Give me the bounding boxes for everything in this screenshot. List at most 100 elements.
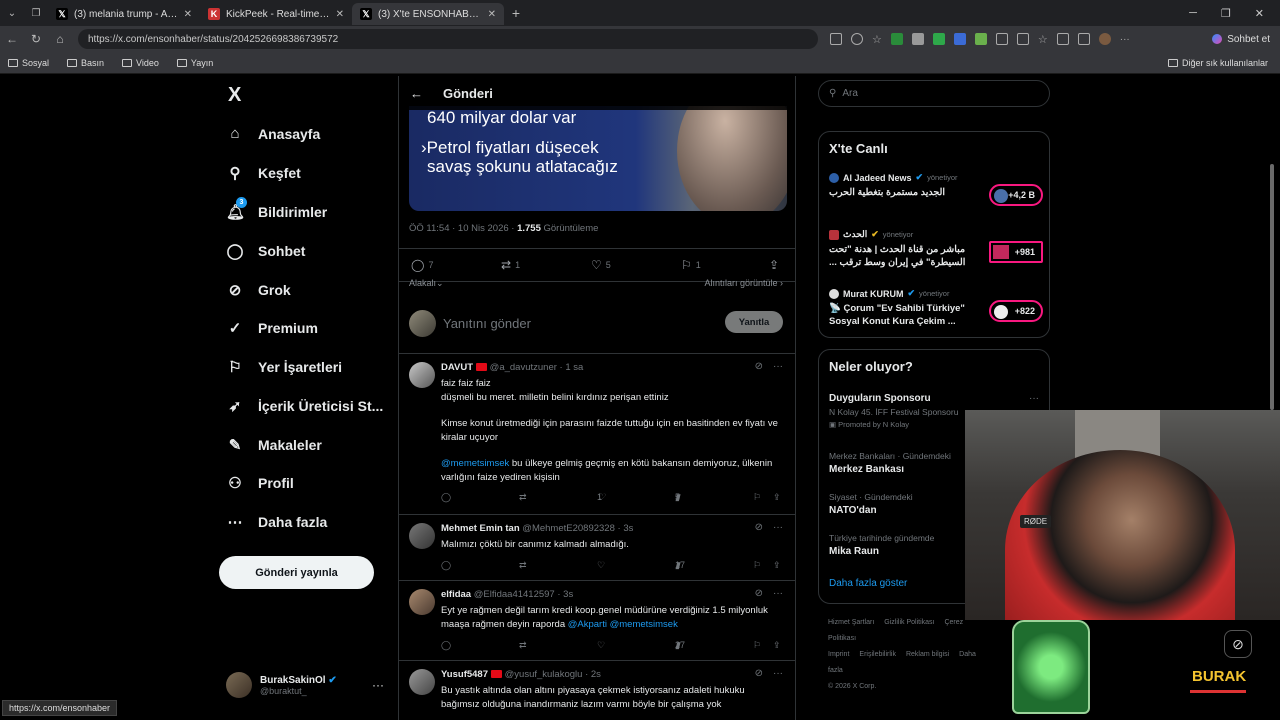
reply-tweet[interactable]: Mehmet Emin tan @MehmetE20892328 · 3s ⊘ ·… <box>399 515 795 581</box>
minimize-icon[interactable]: ─ <box>1189 7 1197 20</box>
more-icon[interactable]: ··· <box>773 361 783 372</box>
views-button[interactable]: ▮ 17 <box>675 560 685 571</box>
reply-tweet[interactable]: DAVUT @a_davutzuner · 1 sa ⊘ ··· faiz fai… <box>399 354 795 515</box>
favorites-icon[interactable]: ☆ <box>1038 33 1048 46</box>
nav-item-articles[interactable]: ✎ Makaleler <box>226 436 322 454</box>
search-input[interactable]: ⚲ Ara <box>818 80 1050 107</box>
nav-item-premium[interactable]: ✓ Premium <box>226 319 318 337</box>
reply-input[interactable]: Yanıtını gönder <box>443 316 531 331</box>
repost-icon[interactable]: ⇄ <box>519 560 527 571</box>
bookmark-button[interactable]: ⚐ 1 <box>681 258 701 272</box>
like-button[interactable]: ♡ 1 <box>597 492 605 503</box>
author-name[interactable]: Yusuf5487 <box>441 669 488 680</box>
bookmark-icon[interactable]: ⚐ <box>753 640 761 651</box>
post-image[interactable]: 640 milyar dolar var ›Petrol fiyatları d… <box>409 106 787 211</box>
close-window-icon[interactable]: ✕ <box>1255 7 1264 20</box>
profile-avatar[interactable] <box>1098 33 1111 45</box>
home-icon[interactable]: ⌂ <box>48 32 72 46</box>
maximize-icon[interactable]: ❐ <box>1221 7 1231 20</box>
nav-item-home[interactable]: ⌂ Anasayfa <box>226 125 320 142</box>
close-tab-icon[interactable]: ✕ <box>184 9 192 20</box>
reload-icon[interactable]: ↻ <box>24 32 48 46</box>
close-tab-icon[interactable]: ✕ <box>336 9 344 20</box>
reply-button[interactable]: ◯ 7 <box>411 258 433 272</box>
share-button[interactable]: ⇪ <box>769 258 779 272</box>
nav-item-chat[interactable]: ◯ Sohbet <box>226 242 306 260</box>
live-item[interactable]: Murat KURUM ✔ yönetiyor 📡 Çorum "Ev Sahibi… <box>829 288 1043 328</box>
footer-link[interactable]: Hizmet Şartları <box>828 619 874 626</box>
nav-item-bookmarks[interactable]: ⚐ Yer İşaretleri <box>226 358 342 376</box>
new-tab-button[interactable]: + <box>504 5 528 21</box>
footer-link[interactable]: Reklam bilgisi <box>906 651 949 658</box>
mention-link[interactable]: @memetsimsek <box>441 458 509 469</box>
bookmark-icon[interactable]: ⚐ <box>753 560 761 571</box>
view-quotes-link[interactable]: Alıntıları görüntüle › <box>704 278 783 288</box>
page-scrollbar[interactable] <box>1270 164 1274 410</box>
workspaces-icon[interactable]: ❐ <box>24 8 48 19</box>
more-icon[interactable]: ··· <box>773 588 783 599</box>
heart-icon[interactable]: ♡ <box>597 560 605 571</box>
close-tab-icon[interactable]: ✕ <box>488 9 496 20</box>
bookmark-folder-yayin[interactable]: Yayın <box>176 58 213 68</box>
tab-actions-icon[interactable]: ⌄ <box>0 8 24 19</box>
nav-item-profile[interactable]: ⚇ Profil <box>226 474 294 492</box>
bookmark-folder-sosyal[interactable]: Sosyal <box>8 58 49 68</box>
nav-item-notifications[interactable]: 🔔︎ 3 Bildirimler <box>226 197 327 221</box>
more-icon[interactable]: ··· <box>773 522 783 533</box>
footer-link[interactable]: Erişilebilirlik <box>859 651 896 658</box>
bookmark-folder-video[interactable]: Video <box>122 58 159 68</box>
footer-link[interactable]: Daha fazla <box>828 651 976 674</box>
more-icon[interactable]: ··· <box>1029 393 1039 404</box>
bookmark-folder-basin[interactable]: Basın <box>67 58 104 68</box>
repost-button[interactable]: ⇄ 1 <box>501 258 520 272</box>
split-screen-icon[interactable] <box>1016 33 1029 45</box>
post-button[interactable]: Gönderi yayınla <box>219 556 374 589</box>
repost-icon[interactable]: ⇄ <box>519 492 527 503</box>
extension-icon[interactable] <box>953 33 966 45</box>
reply-sort[interactable]: Alakalı⌄ <box>409 278 444 289</box>
grok-icon[interactable]: ⊘ <box>755 588 763 599</box>
grok-icon[interactable]: ⊘ <box>755 522 763 533</box>
views-button[interactable]: ▮ 5 <box>675 492 680 503</box>
settings-more-icon[interactable]: ··· <box>1120 34 1130 45</box>
reply-icon[interactable]: ◯ <box>441 560 451 571</box>
author-name[interactable]: Mehmet Emin tan <box>441 523 520 534</box>
nav-item-more[interactable]: ⋯ Daha fazla <box>226 513 328 531</box>
views-button[interactable]: ▮ 27 <box>675 640 685 651</box>
tab-kickpeek[interactable]: K KickPeek - Real-time URL Crawler ✕ <box>200 3 352 25</box>
author-name[interactable]: elfidaa <box>441 589 471 600</box>
share-icon[interactable]: ⇪ <box>773 492 781 503</box>
more-icon[interactable]: ··· <box>773 668 783 679</box>
show-more-link[interactable]: Daha fazla göster <box>829 578 907 589</box>
footer-link[interactable]: Imprint <box>828 651 849 658</box>
back-arrow-icon[interactable]: ← <box>410 86 423 101</box>
author-name[interactable]: DAVUT <box>441 362 473 373</box>
grok-floating-icon[interactable]: ⊘ <box>1224 630 1252 658</box>
extension-icon[interactable] <box>974 33 987 45</box>
account-switcher[interactable]: BurakSakinOl ✔ @buraktut_ ··· <box>226 672 384 698</box>
reply-icon[interactable]: ◯ <box>441 640 451 651</box>
collections-icon[interactable] <box>1056 33 1069 45</box>
share-icon[interactable]: ⇪ <box>773 640 781 651</box>
extension-icon[interactable] <box>932 33 945 45</box>
reply-submit-button[interactable]: Yanıtla <box>725 311 783 333</box>
nav-item-creator-studio[interactable]: ➶ İçerik Üreticisi St... <box>226 397 384 415</box>
like-button[interactable]: ♡ 5 <box>591 258 611 272</box>
grok-icon[interactable]: ⊘ <box>755 668 763 679</box>
share-icon[interactable]: ⇪ <box>773 560 781 571</box>
bookmark-icon[interactable]: ⚐ <box>753 492 761 503</box>
reply-icon[interactable]: ◯ <box>441 492 451 503</box>
zoom-icon[interactable] <box>851 33 863 45</box>
tab-melania[interactable]: 𝕏 (3) melania trump - Arama / X ✕ <box>48 3 200 25</box>
other-bookmarks[interactable]: Diğer sık kullanılanlar <box>1167 58 1268 68</box>
mention-link[interactable]: @Akparti @memetsimsek <box>568 619 678 630</box>
reader-icon[interactable] <box>830 33 842 45</box>
reply-tweet[interactable]: Yusuf5487 @yusuf_kulakoglu · 2s ⊘ ··· Bu … <box>399 661 795 720</box>
reply-tweet[interactable]: elfidaa @Elfidaa41412597 · 3s ⊘ ··· Eyt y… <box>399 581 795 661</box>
footer-link[interactable]: Gizlilik Politikası <box>884 619 934 626</box>
live-item[interactable]: الحدث ✔ yönetiyor مباشر من قناة الحدث | هد… <box>829 229 1043 269</box>
account-more-icon[interactable]: ··· <box>372 678 384 692</box>
copilot-button[interactable]: Sohbet et <box>1212 34 1270 45</box>
heart-icon[interactable]: ♡ <box>597 640 605 651</box>
x-logo[interactable]: X <box>228 84 241 107</box>
